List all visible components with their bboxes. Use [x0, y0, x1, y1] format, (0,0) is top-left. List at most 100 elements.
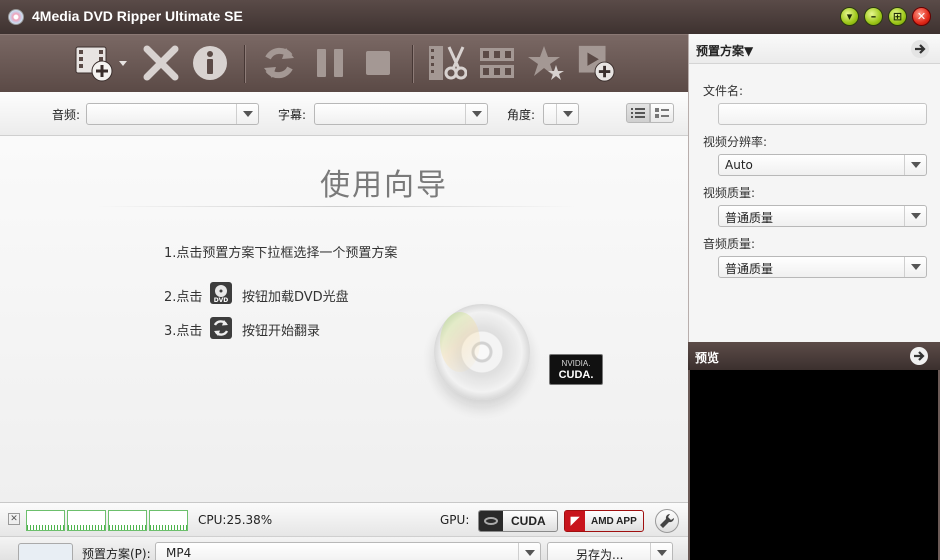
info-button[interactable]	[190, 43, 230, 83]
stop-icon	[366, 51, 390, 75]
video-quality-label: 视频质量:	[703, 186, 756, 200]
subtitle-dropdown[interactable]	[314, 103, 488, 125]
add-output-button[interactable]	[576, 43, 616, 83]
profile-value: MP4	[166, 546, 192, 560]
chevron-down-icon	[236, 104, 258, 124]
chevron-down-icon	[904, 206, 926, 226]
preview-header: 预览	[688, 342, 940, 370]
guide-step-1: 1.点击预置方案下拉框选择一个预置方案	[164, 246, 398, 261]
filename-input[interactable]	[718, 103, 927, 125]
save-as-label: 另存为...	[576, 548, 624, 560]
cuda-button-label: CUDA	[511, 514, 546, 528]
save-as-button[interactable]: 另存为...	[547, 542, 673, 560]
remove-button[interactable]	[141, 43, 181, 83]
cuda-badge-line1: NVIDIA.	[561, 359, 591, 368]
profile-dropdown[interactable]: MP4	[155, 542, 541, 560]
convert-button[interactable]	[259, 43, 299, 83]
chevron-down-icon	[518, 543, 540, 560]
minus-icon: –	[870, 10, 877, 23]
resolution-dropdown[interactable]: Auto	[718, 154, 927, 176]
amd-app-button[interactable]: ◤ AMD APP	[564, 510, 644, 532]
add-file-button[interactable]	[72, 43, 130, 83]
amd-button-label: AMD APP	[591, 515, 637, 527]
close-icon: ✕	[916, 10, 927, 23]
status-bar: ✕ CPU:25.38% GPU: CUDA ◤ AMD APP	[0, 502, 688, 536]
cpu-meter-2	[67, 510, 106, 531]
resolution-value: Auto	[725, 158, 753, 172]
audio-quality-label: 音频质量:	[703, 237, 756, 251]
divider	[96, 206, 576, 207]
main-toolbar	[0, 34, 688, 92]
audio-label: 音频:	[52, 108, 81, 122]
effects-icon	[528, 46, 564, 80]
detail-view-button[interactable]	[626, 103, 650, 123]
maximize-icon: ⊞	[892, 10, 903, 23]
preview-title: 预览	[695, 351, 720, 365]
panel-header-title[interactable]: 预置方案▼	[696, 42, 753, 59]
gpu-label: GPU:	[440, 513, 470, 527]
preview-expand-button[interactable]	[910, 347, 928, 365]
resolution-label: 视频分辨率:	[703, 135, 768, 149]
guide-title: 使用向导	[320, 168, 448, 203]
dvd-icon-text: DVD	[214, 297, 229, 304]
convert-icon	[264, 47, 294, 79]
minimize-to-tray-button[interactable]: ▾	[840, 7, 859, 26]
effects-button[interactable]	[526, 43, 566, 83]
cpu-meter-1	[26, 510, 65, 531]
guide-step-3-suffix: 按钮开始翻录	[242, 324, 321, 339]
track-options-bar: 音频: 字幕: 角度:	[0, 92, 688, 136]
guide-step-3-prefix: 3.点击	[164, 324, 203, 339]
toolbar-separator	[412, 45, 413, 83]
file-list-area[interactable]: 使用向导 1.点击预置方案下拉框选择一个预置方案 2.点击 DVD 按钮加载DV…	[0, 136, 688, 502]
chevron-down-icon	[465, 104, 487, 124]
angle-dropdown[interactable]	[543, 103, 579, 125]
panel-header: 预置方案▼	[689, 34, 940, 64]
profile-settings-panel: 预置方案▼ 文件名: 视频分辨率: Auto 视频质量: 普通质量 音频质量: …	[688, 34, 940, 342]
arrow-right-icon	[915, 44, 926, 54]
profile-bar: 预置方案(P): MP4 另存为...	[0, 536, 688, 560]
merge-button[interactable]	[477, 43, 517, 83]
minimize-button[interactable]: –	[864, 7, 883, 26]
thumbnail-view-icon	[655, 108, 669, 118]
guide-step-2-prefix: 2.点击	[164, 290, 203, 305]
convert-icon	[210, 317, 232, 339]
video-quality-dropdown[interactable]: 普通质量	[718, 205, 927, 227]
profile-thumbnail	[18, 543, 73, 560]
dvd-load-icon: DVD	[210, 282, 232, 304]
chevron-down-icon	[904, 155, 926, 175]
chevron-down-icon	[904, 257, 926, 277]
pause-icon	[317, 49, 343, 77]
list-view-icon	[631, 108, 645, 118]
clip-icon	[429, 46, 467, 80]
amd-logo-icon: ◤	[565, 511, 585, 531]
cpu-meter-3	[108, 510, 147, 531]
cpu-meter-4	[149, 510, 188, 531]
title-bar: 4Media DVD Ripper Ultimate SE ▾ – ⊞ ✕	[0, 0, 940, 34]
settings-button[interactable]	[655, 509, 679, 533]
toolbar-separator	[244, 45, 245, 83]
close-icon[interactable]: ✕	[8, 513, 20, 525]
disc-sheen	[440, 312, 480, 372]
merge-icon	[480, 48, 514, 78]
audio-quality-value: 普通质量	[725, 262, 774, 276]
close-button[interactable]: ✕	[912, 7, 931, 26]
profile-label: 预置方案(P):	[82, 547, 151, 560]
info-icon	[193, 46, 227, 80]
arrow-right-icon	[914, 351, 925, 361]
add-file-icon	[75, 46, 127, 82]
angle-label: 角度:	[507, 108, 536, 122]
subtitle-label: 字幕:	[278, 108, 307, 122]
stop-button[interactable]	[358, 43, 398, 83]
clip-button[interactable]	[427, 43, 467, 83]
guide-step-2-suffix: 按钮加载DVD光盘	[242, 290, 349, 305]
audio-quality-dropdown[interactable]: 普通质量	[718, 256, 927, 278]
audio-dropdown[interactable]	[86, 103, 259, 125]
add-output-icon	[578, 45, 615, 82]
compact-view-button[interactable]	[650, 103, 674, 123]
remove-icon	[143, 45, 179, 81]
expand-button[interactable]	[911, 40, 929, 58]
pause-button[interactable]	[310, 43, 350, 83]
nvidia-cuda-logo: NVIDIA. CUDA.	[549, 354, 603, 385]
maximize-button[interactable]: ⊞	[888, 7, 907, 26]
cuda-button[interactable]: CUDA	[478, 510, 558, 532]
